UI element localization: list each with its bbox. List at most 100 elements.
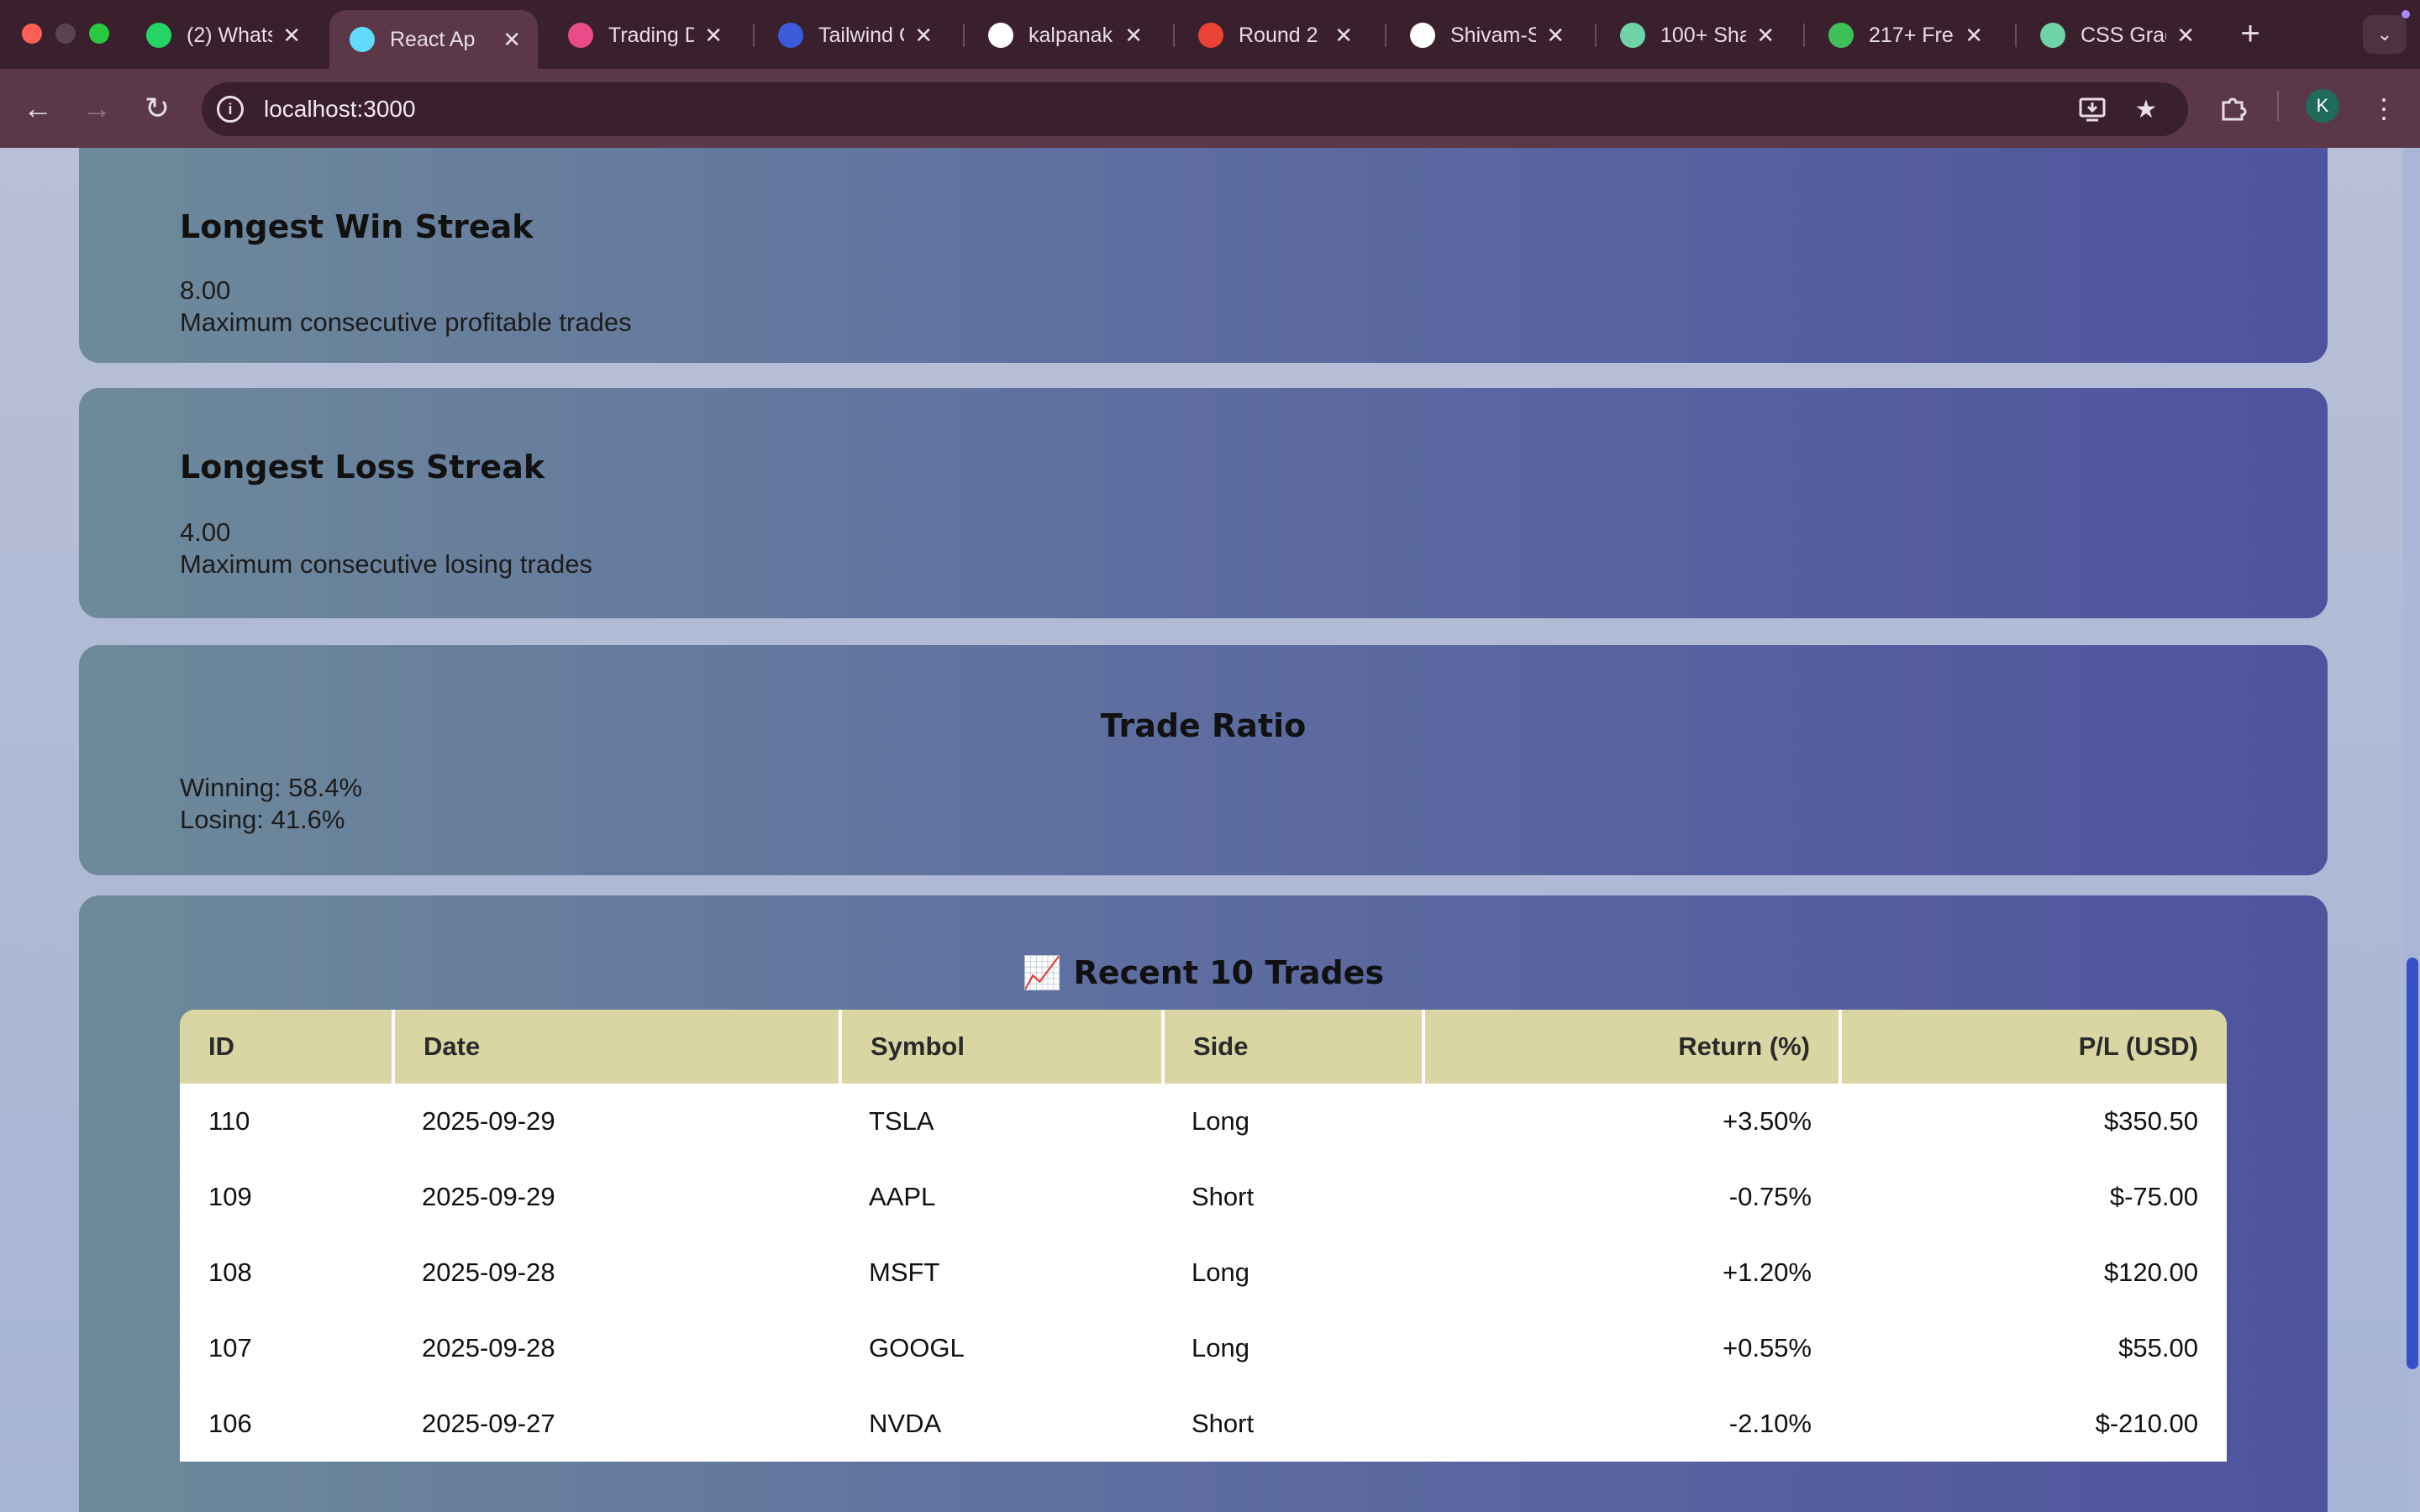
site-info-icon[interactable]: i: [217, 96, 244, 123]
cell-id: 110: [208, 1106, 250, 1136]
tab-separator: [1385, 24, 1386, 47]
loss-streak-card: Longest Loss Streak 4.00 Maximum consecu…: [79, 388, 2328, 618]
dribbble-icon: [568, 23, 593, 48]
cell-return: +0.55%: [1722, 1333, 1812, 1362]
github-icon: [988, 23, 1013, 48]
column-header-date: Date: [393, 1010, 842, 1084]
recent-trades-card: 📈 Recent 10 Trades ID Date Symbol Side R…: [79, 895, 2328, 1512]
browser-tab[interactable]: 217+ Free ✕: [1808, 12, 2000, 59]
recent-trades-title: 📈 Recent 10 Trades: [1022, 954, 1385, 991]
tab-separator: [753, 24, 755, 47]
cell-pl: $-210.00: [2095, 1409, 2198, 1438]
browser-tab[interactable]: Tailwind C ✕: [758, 12, 950, 59]
back-icon[interactable]: ←: [17, 87, 59, 129]
browser-tab-title: CSS Grad: [2081, 23, 2166, 47]
close-tab-icon[interactable]: ✕: [1965, 23, 1983, 49]
browser-tab[interactable]: (2) Whats ✕: [126, 12, 318, 59]
close-tab-icon[interactable]: ✕: [1124, 23, 1143, 49]
browser-tab[interactable]: 100+ Sha ✕: [1600, 12, 1791, 59]
winning-ratio: Winning: 58.4%: [180, 773, 363, 802]
page-scrollbar-thumb[interactable]: [2407, 958, 2418, 1369]
install-app-icon[interactable]: [2077, 94, 2107, 124]
browser-tab-title: React Ap: [390, 27, 476, 51]
close-window-button[interactable]: [22, 24, 42, 44]
trade-ratio-card: Trade Ratio Winning: 58.4% Losing: 41.6%: [79, 645, 2328, 875]
gradient-icon: [2040, 23, 2065, 48]
new-tab-button[interactable]: +: [2232, 12, 2269, 55]
address-url[interactable]: localhost:3000: [264, 96, 416, 123]
forward-icon[interactable]: →: [76, 87, 118, 129]
win-streak-card: Longest Win Streak 8.00 Maximum consecut…: [79, 148, 2328, 363]
address-bar[interactable]: i localhost:3000 ★: [202, 82, 2188, 136]
browser-tab[interactable]: Shivam-S ✕: [1390, 12, 1581, 59]
close-tab-icon[interactable]: ✕: [1546, 23, 1565, 49]
extensions-icon[interactable]: [2213, 89, 2252, 128]
cell-pl: $350.50: [2103, 1106, 2198, 1136]
table-row: 107 2025-09-28 GOOGL Long +0.55% $55.00: [180, 1310, 2227, 1386]
cell-date: 2025-09-29: [422, 1106, 555, 1136]
browser-tab-title: Round 2 -: [1239, 23, 1325, 47]
browser-menu-icon[interactable]: ⋮: [2365, 89, 2403, 128]
tab-search-button[interactable]: ⌄: [2363, 15, 2407, 54]
table-row: 109 2025-09-29 AAPL Short -0.75% $-75.00: [180, 1159, 2227, 1235]
close-tab-icon[interactable]: ✕: [1334, 23, 1353, 49]
win-streak-description: Maximum consecutive profitable trades: [180, 307, 632, 337]
tailwind-icon: [778, 23, 803, 48]
reload-icon[interactable]: ↻: [136, 87, 178, 129]
browser-tab[interactable]: Trading D ✕: [548, 12, 739, 59]
cell-id: 109: [208, 1182, 252, 1211]
close-tab-icon[interactable]: ✕: [2176, 23, 2195, 49]
cell-pl: $120.00: [2103, 1257, 2198, 1287]
browser-toolbar: ← → ↻ i localhost:3000 ★ ⋮: [0, 69, 2420, 148]
cell-symbol: NVDA: [869, 1409, 942, 1438]
bookmark-star-icon[interactable]: ★: [2131, 94, 2161, 124]
close-tab-icon[interactable]: ✕: [282, 23, 301, 49]
trade-ratio-title: Trade Ratio: [1100, 707, 1307, 744]
win-streak-value: 8.00: [180, 276, 231, 305]
whatsapp-icon: [146, 23, 171, 48]
browser-tab[interactable]: Round 2 - ✕: [1178, 12, 1370, 59]
browser-tab[interactable]: React Ap ✕: [329, 10, 538, 69]
maximize-window-button[interactable]: [89, 24, 109, 44]
column-header-id: ID: [180, 1010, 395, 1084]
losing-ratio: Losing: 41.6%: [180, 805, 345, 834]
browser-tab-title: 100+ Sha: [1660, 23, 1747, 47]
close-tab-icon[interactable]: ✕: [502, 27, 521, 53]
github-icon: [1410, 23, 1435, 48]
tab-separator: [1173, 24, 1175, 47]
cell-date: 2025-09-28: [422, 1257, 555, 1287]
minimize-window-button[interactable]: [55, 24, 76, 44]
cell-side: Long: [1192, 1106, 1249, 1136]
loss-streak-description: Maximum consecutive losing trades: [180, 549, 593, 579]
cell-symbol: MSFT: [869, 1257, 940, 1287]
cell-date: 2025-09-28: [422, 1333, 555, 1362]
table-row: 106 2025-09-27 NVDA Short -2.10% $-210.00: [180, 1386, 2227, 1462]
tab-separator: [1803, 24, 1805, 47]
recent-trades-table: ID Date Symbol Side Return (%) P/L (USD)…: [180, 1010, 2227, 1462]
profile-avatar[interactable]: K: [2306, 89, 2339, 123]
cell-side: Long: [1192, 1257, 1249, 1287]
toolbar-divider: [2277, 91, 2279, 121]
notification-dot: [2402, 10, 2410, 18]
loss-streak-title: Longest Loss Streak: [180, 449, 545, 486]
cell-id: 107: [208, 1333, 252, 1362]
cell-side: Short: [1192, 1409, 1255, 1438]
tab-separator: [963, 24, 965, 47]
gradient-icon: [1620, 23, 1645, 48]
cell-symbol: AAPL: [869, 1182, 936, 1211]
column-header-pl: P/L (USD): [1840, 1010, 2227, 1084]
close-tab-icon[interactable]: ✕: [914, 23, 933, 49]
browser-tab-title: kalpanak: [1028, 23, 1113, 47]
table-row: 108 2025-09-28 MSFT Long +1.20% $120.00: [180, 1235, 2227, 1310]
close-tab-icon[interactable]: ✕: [1756, 23, 1775, 49]
browser-tab-bar: (2) Whats ✕ React Ap ✕ Trading D ✕ Tailwind C ✕…: [0, 0, 2420, 69]
cell-pl: $55.00: [2118, 1333, 2198, 1362]
column-header-symbol: Symbol: [840, 1010, 1165, 1084]
cell-side: Long: [1192, 1333, 1249, 1362]
cell-date: 2025-09-27: [422, 1409, 555, 1438]
browser-tab[interactable]: kalpanak ✕: [968, 12, 1160, 59]
close-tab-icon[interactable]: ✕: [704, 23, 723, 49]
browser-tab[interactable]: CSS Grad ✕: [2020, 12, 2212, 59]
browser-tab-title: Trading D: [608, 23, 695, 47]
browser-tab-title: Tailwind C: [818, 23, 904, 47]
